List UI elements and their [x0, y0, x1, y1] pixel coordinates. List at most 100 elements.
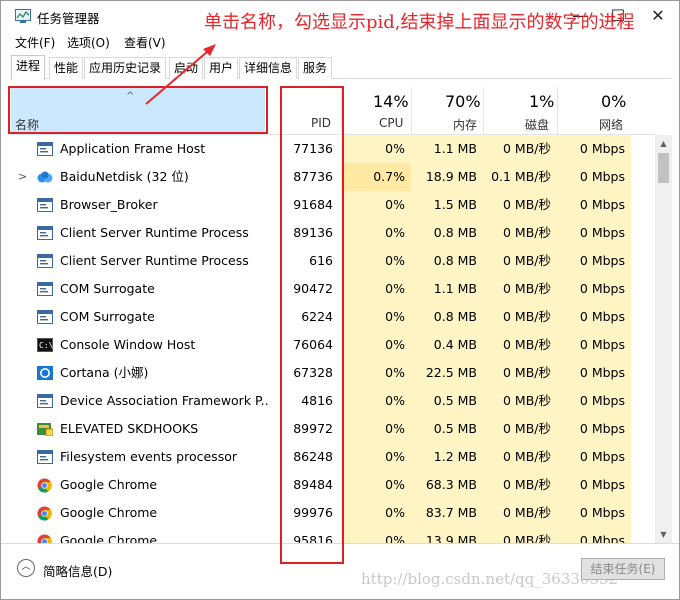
process-name: Client Server Runtime Process [60, 225, 249, 240]
chrome-icon [37, 506, 53, 521]
column-header-memory[interactable]: 70% 内存 [411, 87, 483, 135]
process-disk: 0 MB/秒 [483, 415, 557, 443]
scrollbar-thumb[interactable] [658, 153, 669, 183]
process-row[interactable]: Client Server Runtime Process 616 0% 0.8 MB… [11, 247, 657, 275]
chevron-up-icon[interactable]: ︿ [17, 559, 35, 577]
tab-details[interactable]: 详细信息 [239, 57, 298, 79]
process-row[interactable]: Device Association Framework P... 4816 0% 0… [11, 387, 657, 415]
process-name: Browser_Broker [60, 197, 158, 212]
process-name: Google Chrome [60, 533, 158, 543]
tab-startup[interactable]: 启动 [169, 57, 204, 79]
column-disk-label: 磁盘 [525, 118, 550, 132]
vertical-scrollbar[interactable]: ▲ ▼ [655, 135, 672, 543]
process-row[interactable]: C:\ Console Window Host 76064 0% 0.4 MB 0 MB/… [11, 331, 657, 359]
process-cpu: 0% [341, 359, 411, 387]
process-pid: 76064 [293, 337, 333, 352]
fewer-details-link[interactable]: 简略信息(D) [43, 561, 112, 580]
process-network: 0 Mbps [557, 499, 631, 527]
process-row[interactable]: Browser_Broker 91684 0% 1.5 MB 0 MB/秒 0 Mbps [11, 191, 657, 219]
scroll-down-icon[interactable]: ▼ [655, 526, 672, 543]
annotation-text: 单击名称，勾选显示pid,结束掉上面显示的数字的进程 [204, 12, 635, 33]
process-memory: 18.9 MB [411, 163, 483, 191]
process-cpu: 0.7% [341, 163, 411, 191]
process-pid: 87736 [293, 169, 333, 184]
process-disk: 0 MB/秒 [483, 331, 557, 359]
process-network: 0 Mbps [557, 443, 631, 471]
process-row[interactable]: COM Surrogate 6224 0% 0.8 MB 0 MB/秒 0 Mbps [11, 303, 657, 331]
process-memory: 1.1 MB [411, 275, 483, 303]
process-cpu: 0% [341, 527, 411, 543]
process-name: Google Chrome [60, 505, 158, 520]
window-icon [37, 226, 53, 240]
chrome-icon [37, 534, 53, 543]
process-memory: 1.2 MB [411, 443, 483, 471]
menu-options[interactable]: 选项(O) [67, 34, 110, 51]
process-row[interactable]: Google Chrome 89484 0% 68.3 MB 0 MB/秒 0 Mbps [11, 471, 657, 499]
tab-bar: 进程 性能 应用历史记录 启动 用户 详细信息 服务 [11, 55, 671, 80]
column-header-disk[interactable]: 1% 磁盘 [483, 87, 557, 135]
column-pid-label: PID [311, 116, 332, 130]
process-row[interactable]: Cortana (小娜) 67328 0% 22.5 MB 0 MB/秒 0 Mbps [11, 359, 657, 387]
process-network: 0 Mbps [557, 219, 631, 247]
process-disk: 0 MB/秒 [483, 471, 557, 499]
process-cpu: 0% [341, 275, 411, 303]
column-header-cpu[interactable]: 14% CPU [341, 87, 411, 135]
tab-users[interactable]: 用户 [204, 57, 239, 79]
tab-services[interactable]: 服务 [298, 57, 333, 79]
process-name: COM Surrogate [60, 309, 155, 324]
process-row[interactable]: Client Server Runtime Process 89136 0% 0.8 … [11, 219, 657, 247]
baidu-netdisk-icon [37, 170, 53, 184]
process-network: 0 Mbps [557, 359, 631, 387]
end-task-button[interactable]: 结束任务(E) [581, 558, 665, 580]
process-memory: 0.5 MB [411, 415, 483, 443]
column-memory-label: 内存 [453, 118, 478, 132]
chevron-right-icon[interactable]: > [18, 163, 27, 191]
process-disk: 0 MB/秒 [483, 499, 557, 527]
process-pid: 89136 [293, 225, 333, 240]
process-row[interactable]: > BaiduNetdisk (32 位) 87736 0.7% 18.9 MB 0.1 … [11, 163, 657, 191]
column-header-pid[interactable]: PID [273, 87, 341, 135]
sort-up-icon: ^ [126, 91, 135, 102]
menu-file[interactable]: 文件(F) [15, 34, 55, 51]
tab-performance[interactable]: 性能 [49, 57, 84, 79]
process-pid: 86248 [293, 449, 333, 464]
process-network: 0 Mbps [557, 275, 631, 303]
watermark: http://blog.csdn.net/qq_36330532 [361, 570, 619, 588]
process-pid: 77136 [293, 141, 333, 156]
process-row[interactable]: ELEVATED SKDHOOKS 89972 0% 0.5 MB 0 MB/秒 0 Mb… [11, 415, 657, 443]
process-disk: 0 MB/秒 [483, 387, 557, 415]
window-icon [37, 282, 53, 296]
process-name: Console Window Host [60, 337, 196, 352]
menu-view[interactable]: 查看(V) [124, 34, 166, 51]
column-cpu-label: CPU [379, 116, 404, 130]
process-network: 0 Mbps [557, 331, 631, 359]
process-row[interactable]: COM Surrogate 90472 0% 1.1 MB 0 MB/秒 0 Mbps [11, 275, 657, 303]
task-manager-icon [15, 9, 31, 23]
process-name: BaiduNetdisk (32 位) [60, 169, 189, 184]
tab-processes[interactable]: 进程 [11, 55, 46, 80]
process-memory: 0.4 MB [411, 331, 483, 359]
process-row[interactable]: Application Frame Host 77136 0% 1.1 MB 0 MB/… [11, 135, 657, 163]
column-header-name[interactable]: ^ 名称 [11, 87, 265, 135]
column-header-network[interactable]: 0% 网络 [557, 87, 631, 135]
tab-app-history[interactable]: 应用历史记录 [84, 57, 167, 79]
scroll-up-icon[interactable]: ▲ [655, 135, 672, 152]
process-pid: 6224 [301, 309, 333, 324]
process-cpu: 0% [341, 331, 411, 359]
window-title: 任务管理器 [37, 11, 100, 26]
process-disk: 0 MB/秒 [483, 527, 557, 543]
process-pid: 89972 [293, 421, 333, 436]
process-disk: 0.1 MB/秒 [483, 163, 557, 191]
process-cpu: 0% [341, 415, 411, 443]
console-icon: C:\ [37, 338, 54, 352]
process-row[interactable]: Filesystem events processor 86248 0% 1.2 MB… [11, 443, 657, 471]
window-icon [37, 310, 53, 324]
process-name: Client Server Runtime Process [60, 253, 249, 268]
process-cpu: 0% [341, 387, 411, 415]
process-row[interactable]: Google Chrome 95816 0% 13.9 MB 0 MB/秒 0 Mbps [11, 527, 657, 543]
process-disk: 0 MB/秒 [483, 191, 557, 219]
process-list: Application Frame Host 77136 0% 1.1 MB 0 MB/… [11, 135, 657, 543]
process-disk: 0 MB/秒 [483, 303, 557, 331]
process-cpu: 0% [341, 471, 411, 499]
process-row[interactable]: Google Chrome 99976 0% 83.7 MB 0 MB/秒 0 Mbps [11, 499, 657, 527]
